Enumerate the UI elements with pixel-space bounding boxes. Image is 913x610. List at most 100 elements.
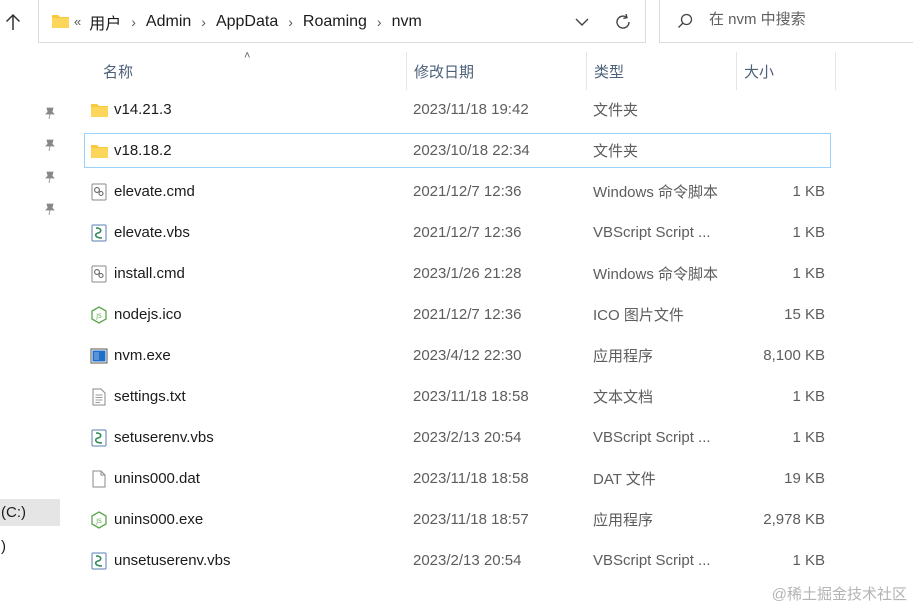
file-type: 文件夹 xyxy=(593,143,639,160)
svg-text:JS: JS xyxy=(95,313,102,320)
breadcrumb: « 用户 › Admin › AppData › Roaming › nvm xyxy=(74,0,422,43)
file-date: 2023/1/26 21:28 xyxy=(413,265,522,282)
file-type: VBScript Script ... xyxy=(593,429,711,446)
file-type: 文本文档 xyxy=(593,389,654,406)
nodejs-file-icon: JS xyxy=(89,298,109,331)
file-name: v18.18.2 xyxy=(114,142,172,159)
breadcrumb-admin[interactable]: Admin xyxy=(146,13,191,31)
nav-item-local-disk-c[interactable]: (C:) xyxy=(0,499,60,526)
overflow-chevron[interactable]: « xyxy=(74,14,81,29)
file-name: unsetuserenv.vbs xyxy=(114,552,231,569)
file-row[interactable]: unsetuserenv.vbs 2023/2/13 20:54 VBScript … xyxy=(84,543,831,578)
file-row[interactable]: JS unins000.exe 2023/11/18 18:57 应用程序 2,978 … xyxy=(84,502,831,537)
address-history-dropdown[interactable] xyxy=(572,13,592,31)
pin-icon[interactable] xyxy=(43,138,57,152)
file-date: 2023/4/12 22:30 xyxy=(413,347,522,364)
chevron-right-icon[interactable]: › xyxy=(288,14,293,30)
exe-file-icon xyxy=(89,339,109,372)
file-type: Windows 命令脚本 xyxy=(593,184,719,201)
file-size: 1 KB xyxy=(792,552,825,569)
pin-icon[interactable] xyxy=(43,170,57,184)
file-type: 文件夹 xyxy=(593,102,639,119)
file-date: 2023/11/18 18:58 xyxy=(413,470,529,487)
file-size: 1 KB xyxy=(792,429,825,446)
arrow-up-icon xyxy=(5,13,21,30)
breadcrumb-nvm[interactable]: nvm xyxy=(392,13,422,31)
file-row[interactable]: JS nodejs.ico 2021/12/7 12:36 ICO 图片文件 15 KB xyxy=(84,297,831,332)
file-row[interactable]: elevate.cmd 2021/12/7 12:36 Windows 命令脚本 1 … xyxy=(84,174,831,209)
file-size: 1 KB xyxy=(792,388,825,405)
breadcrumb-users[interactable]: 用户 xyxy=(89,10,121,34)
file-date: 2023/11/18 18:57 xyxy=(413,511,529,528)
address-bar[interactable]: « 用户 › Admin › AppData › Roaming › nvm xyxy=(38,0,646,43)
txt-file-icon xyxy=(89,380,109,413)
refresh-button[interactable] xyxy=(612,11,634,33)
file-row[interactable]: v18.18.2 2023/10/18 22:34 文件夹 xyxy=(84,133,831,168)
chevron-right-icon[interactable]: › xyxy=(131,14,136,30)
file-date: 2023/2/13 20:54 xyxy=(413,552,522,569)
cmd-file-icon xyxy=(89,257,109,290)
file-date: 2021/12/7 12:36 xyxy=(413,224,522,241)
navigation-pane: (C:) ) xyxy=(0,43,62,610)
file-row[interactable]: setuserenv.vbs 2023/2/13 20:54 VBScript Sc… xyxy=(84,420,831,455)
file-row[interactable]: install.cmd 2023/1/26 21:28 Windows 命令脚本 1 … xyxy=(84,256,831,291)
file-name: nodejs.ico xyxy=(114,306,182,323)
file-type: ICO 图片文件 xyxy=(593,307,684,324)
file-row[interactable]: v14.21.3 2023/11/18 19:42 文件夹 xyxy=(84,92,831,127)
column-header-name[interactable]: 名称 xyxy=(96,52,408,90)
file-name: unins000.dat xyxy=(114,470,200,487)
blank-file-icon xyxy=(89,462,109,495)
column-header-size[interactable]: 大小 xyxy=(736,52,836,90)
file-name: settings.txt xyxy=(114,388,186,405)
pin-icon[interactable] xyxy=(43,106,57,120)
column-header-type[interactable]: 类型 xyxy=(586,52,736,90)
file-row[interactable]: nvm.exe 2023/4/12 22:30 应用程序 8,100 KB xyxy=(84,338,831,373)
search-icon xyxy=(677,13,693,34)
file-date: 2023/10/18 22:34 xyxy=(413,142,530,159)
search-input[interactable] xyxy=(709,11,899,28)
file-size: 15 KB xyxy=(784,306,825,323)
nav-item-partial[interactable]: ) xyxy=(0,533,6,560)
file-date: 2023/2/13 20:54 xyxy=(413,429,522,446)
file-size: 1 KB xyxy=(792,265,825,282)
file-size xyxy=(735,134,825,167)
chevron-right-icon[interactable]: › xyxy=(201,14,206,30)
breadcrumb-roaming[interactable]: Roaming xyxy=(303,13,367,31)
file-type: Windows 命令脚本 xyxy=(593,266,719,283)
file-row[interactable]: unins000.dat 2023/11/18 18:58 DAT 文件 19 KB xyxy=(84,461,831,496)
refresh-icon xyxy=(616,13,630,29)
vbs-file-icon xyxy=(89,421,109,454)
file-size: 19 KB xyxy=(784,470,825,487)
breadcrumb-appdata[interactable]: AppData xyxy=(216,13,278,31)
column-header-date[interactable]: 修改日期 xyxy=(406,52,586,90)
file-size: 2,978 KB xyxy=(763,511,825,528)
nodejs-file-icon: JS xyxy=(89,503,109,536)
watermark: @稀土掘金技术社区 xyxy=(771,586,907,603)
chevron-down-icon xyxy=(575,18,589,26)
file-date: 2021/12/7 12:36 xyxy=(413,306,522,323)
file-size: 1 KB xyxy=(792,183,825,200)
file-name: v14.21.3 xyxy=(114,101,172,118)
vbs-file-icon xyxy=(89,216,109,249)
column-headers: ˄ 名称 修改日期 类型 大小 xyxy=(62,50,862,90)
chevron-right-icon[interactable]: › xyxy=(377,14,382,30)
folder-icon xyxy=(51,13,70,34)
search-box[interactable] xyxy=(659,0,913,43)
file-size: 8,100 KB xyxy=(763,347,825,364)
folder-icon xyxy=(89,134,109,167)
file-type: VBScript Script ... xyxy=(593,224,711,241)
file-size xyxy=(735,93,825,126)
file-type: VBScript Script ... xyxy=(593,552,711,569)
cmd-file-icon xyxy=(89,175,109,208)
file-name: install.cmd xyxy=(114,265,185,282)
file-date: 2023/11/18 19:42 xyxy=(413,101,529,118)
file-date: 2021/12/7 12:36 xyxy=(413,183,522,200)
svg-text:JS: JS xyxy=(95,518,102,525)
file-name: nvm.exe xyxy=(114,347,171,364)
file-type: 应用程序 xyxy=(593,512,654,529)
up-button[interactable] xyxy=(0,8,26,36)
file-row[interactable]: settings.txt 2023/11/18 18:58 文本文档 1 KB xyxy=(84,379,831,414)
file-name: setuserenv.vbs xyxy=(114,429,214,446)
pin-icon[interactable] xyxy=(43,202,57,216)
file-row[interactable]: elevate.vbs 2021/12/7 12:36 VBScript Scrip… xyxy=(84,215,831,250)
